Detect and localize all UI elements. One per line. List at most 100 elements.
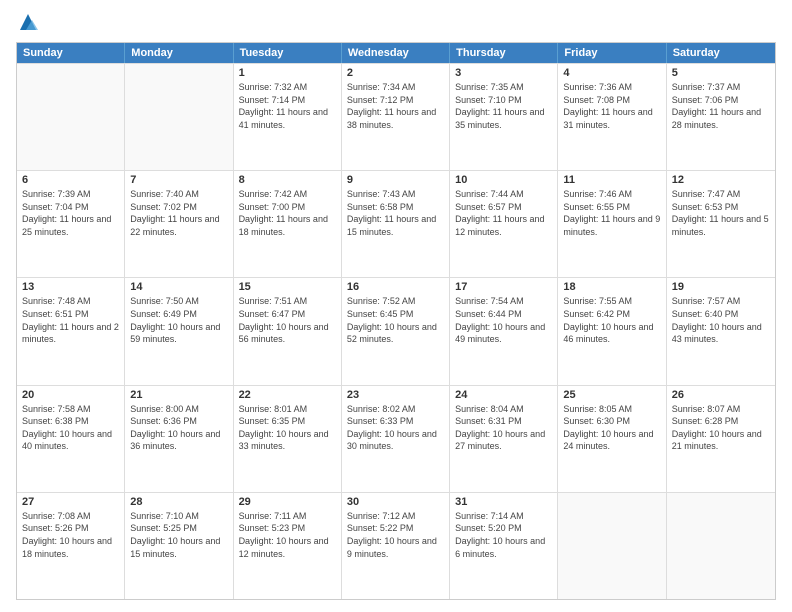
- cell-info: Sunrise: 7:54 AM Sunset: 6:44 PM Dayligh…: [455, 295, 552, 345]
- cell-info: Sunrise: 7:12 AM Sunset: 5:22 PM Dayligh…: [347, 510, 444, 560]
- day-number: 23: [347, 389, 444, 401]
- day-number: 21: [130, 389, 227, 401]
- cell-info: Sunrise: 7:39 AM Sunset: 7:04 PM Dayligh…: [22, 188, 119, 238]
- page: SundayMondayTuesdayWednesdayThursdayFrid…: [0, 0, 792, 612]
- calendar-cell: 1 Sunrise: 7:32 AM Sunset: 7:14 PM Daylig…: [234, 64, 342, 170]
- calendar-cell: 5Sunrise: 7:37 AM Sunset: 7:06 PM Daylig…: [667, 64, 775, 170]
- calendar-cell: 14Sunrise: 7:50 AM Sunset: 6:49 PM Dayli…: [125, 278, 233, 384]
- cell-info: Sunrise: 7:55 AM Sunset: 6:42 PM Dayligh…: [563, 295, 660, 345]
- cell-info: Sunrise: 7:14 AM Sunset: 5:20 PM Dayligh…: [455, 510, 552, 560]
- cell-info: Sunrise: 7:52 AM Sunset: 6:45 PM Dayligh…: [347, 295, 444, 345]
- day-number: 30: [347, 496, 444, 508]
- calendar-cell: [17, 64, 125, 170]
- header-day-wednesday: Wednesday: [342, 43, 450, 63]
- logo: [16, 12, 38, 32]
- day-number: 14: [130, 281, 227, 293]
- calendar-cell: 16 Sunrise: 7:52 AM Sunset: 6:45 PM Dayli…: [342, 278, 450, 384]
- calendar-week-5: 27 Sunrise: 7:08 AM Sunset: 5:26 PM Dayli…: [17, 492, 775, 599]
- calendar-cell: 25Sunrise: 8:05 AM Sunset: 6:30 PM Dayli…: [558, 386, 666, 492]
- logo-text: [16, 12, 38, 32]
- header: [16, 12, 776, 32]
- day-number: 29: [239, 496, 336, 508]
- calendar-cell: 17 Sunrise: 7:54 AM Sunset: 6:44 PM Dayli…: [450, 278, 558, 384]
- cell-info: Sunrise: 7:08 AM Sunset: 5:26 PM Dayligh…: [22, 510, 119, 560]
- day-number: 27: [22, 496, 119, 508]
- cell-info: Sunrise: 7:40 AM Sunset: 7:02 PM Dayligh…: [130, 188, 227, 238]
- day-number: 24: [455, 389, 552, 401]
- calendar-cell: 9 Sunrise: 7:43 AM Sunset: 6:58 PM Daylig…: [342, 171, 450, 277]
- calendar-cell: 12 Sunrise: 7:47 AM Sunset: 6:53 PM Dayli…: [667, 171, 775, 277]
- calendar-cell: 28 Sunrise: 7:10 AM Sunset: 5:25 PM Dayli…: [125, 493, 233, 599]
- calendar-cell: 11 Sunrise: 7:46 AM Sunset: 6:55 PM Dayli…: [558, 171, 666, 277]
- calendar-cell: 21 Sunrise: 8:00 AM Sunset: 6:36 PM Dayli…: [125, 386, 233, 492]
- calendar-cell: 24 Sunrise: 8:04 AM Sunset: 6:31 PM Dayli…: [450, 386, 558, 492]
- cell-info: Sunrise: 7:35 AM Sunset: 7:10 PM Dayligh…: [455, 81, 552, 131]
- calendar-cell: 27 Sunrise: 7:08 AM Sunset: 5:26 PM Dayli…: [17, 493, 125, 599]
- calendar-cell: [558, 493, 666, 599]
- calendar-cell: 22 Sunrise: 8:01 AM Sunset: 6:35 PM Dayli…: [234, 386, 342, 492]
- calendar-cell: 15Sunrise: 7:51 AM Sunset: 6:47 PM Dayli…: [234, 278, 342, 384]
- calendar-cell: 2Sunrise: 7:34 AM Sunset: 7:12 PM Daylig…: [342, 64, 450, 170]
- day-number: 31: [455, 496, 552, 508]
- calendar-cell: 3 Sunrise: 7:35 AM Sunset: 7:10 PM Daylig…: [450, 64, 558, 170]
- cell-info: Sunrise: 7:10 AM Sunset: 5:25 PM Dayligh…: [130, 510, 227, 560]
- day-number: 19: [672, 281, 770, 293]
- cell-info: Sunrise: 7:46 AM Sunset: 6:55 PM Dayligh…: [563, 188, 660, 238]
- cell-info: Sunrise: 7:44 AM Sunset: 6:57 PM Dayligh…: [455, 188, 552, 238]
- cell-info: Sunrise: 7:11 AM Sunset: 5:23 PM Dayligh…: [239, 510, 336, 560]
- day-number: 4: [563, 67, 660, 79]
- cell-info: Sunrise: 7:42 AM Sunset: 7:00 PM Dayligh…: [239, 188, 336, 238]
- day-number: 7: [130, 174, 227, 186]
- cell-info: Sunrise: 7:58 AM Sunset: 6:38 PM Dayligh…: [22, 403, 119, 453]
- cell-info: Sunrise: 7:32 AM Sunset: 7:14 PM Dayligh…: [239, 81, 336, 131]
- day-number: 12: [672, 174, 770, 186]
- cell-info: Sunrise: 8:02 AM Sunset: 6:33 PM Dayligh…: [347, 403, 444, 453]
- cell-info: Sunrise: 8:05 AM Sunset: 6:30 PM Dayligh…: [563, 403, 660, 453]
- cell-info: Sunrise: 8:01 AM Sunset: 6:35 PM Dayligh…: [239, 403, 336, 453]
- header-day-thursday: Thursday: [450, 43, 558, 63]
- day-number: 26: [672, 389, 770, 401]
- cell-info: Sunrise: 7:47 AM Sunset: 6:53 PM Dayligh…: [672, 188, 770, 238]
- cell-info: Sunrise: 8:04 AM Sunset: 6:31 PM Dayligh…: [455, 403, 552, 453]
- day-number: 13: [22, 281, 119, 293]
- cell-info: Sunrise: 7:43 AM Sunset: 6:58 PM Dayligh…: [347, 188, 444, 238]
- header-day-monday: Monday: [125, 43, 233, 63]
- day-number: 10: [455, 174, 552, 186]
- cell-info: Sunrise: 7:51 AM Sunset: 6:47 PM Dayligh…: [239, 295, 336, 345]
- calendar-header: SundayMondayTuesdayWednesdayThursdayFrid…: [17, 43, 775, 63]
- header-day-sunday: Sunday: [17, 43, 125, 63]
- calendar-cell: 6 Sunrise: 7:39 AM Sunset: 7:04 PM Daylig…: [17, 171, 125, 277]
- calendar-cell: 29 Sunrise: 7:11 AM Sunset: 5:23 PM Dayli…: [234, 493, 342, 599]
- header-day-tuesday: Tuesday: [234, 43, 342, 63]
- calendar-cell: 18Sunrise: 7:55 AM Sunset: 6:42 PM Dayli…: [558, 278, 666, 384]
- day-number: 1: [239, 67, 336, 79]
- header-day-saturday: Saturday: [667, 43, 775, 63]
- cell-info: Sunrise: 7:36 AM Sunset: 7:08 PM Dayligh…: [563, 81, 660, 131]
- day-number: 22: [239, 389, 336, 401]
- day-number: 17: [455, 281, 552, 293]
- cell-info: Sunrise: 8:00 AM Sunset: 6:36 PM Dayligh…: [130, 403, 227, 453]
- day-number: 16: [347, 281, 444, 293]
- day-number: 28: [130, 496, 227, 508]
- calendar-cell: 19Sunrise: 7:57 AM Sunset: 6:40 PM Dayli…: [667, 278, 775, 384]
- calendar-week-2: 6 Sunrise: 7:39 AM Sunset: 7:04 PM Daylig…: [17, 170, 775, 277]
- day-number: 11: [563, 174, 660, 186]
- day-number: 6: [22, 174, 119, 186]
- calendar-cell: 20 Sunrise: 7:58 AM Sunset: 6:38 PM Dayli…: [17, 386, 125, 492]
- day-number: 3: [455, 67, 552, 79]
- logo-icon: [18, 12, 38, 32]
- calendar-cell: 26Sunrise: 8:07 AM Sunset: 6:28 PM Dayli…: [667, 386, 775, 492]
- calendar-cell: [667, 493, 775, 599]
- calendar-cell: [125, 64, 233, 170]
- calendar-cell: 7 Sunrise: 7:40 AM Sunset: 7:02 PM Daylig…: [125, 171, 233, 277]
- day-number: 8: [239, 174, 336, 186]
- calendar-body: 1 Sunrise: 7:32 AM Sunset: 7:14 PM Daylig…: [17, 63, 775, 599]
- day-number: 5: [672, 67, 770, 79]
- day-number: 9: [347, 174, 444, 186]
- cell-info: Sunrise: 7:48 AM Sunset: 6:51 PM Dayligh…: [22, 295, 119, 345]
- day-number: 2: [347, 67, 444, 79]
- calendar-cell: 31 Sunrise: 7:14 AM Sunset: 5:20 PM Dayli…: [450, 493, 558, 599]
- calendar-week-4: 20 Sunrise: 7:58 AM Sunset: 6:38 PM Dayli…: [17, 385, 775, 492]
- day-number: 20: [22, 389, 119, 401]
- calendar-cell: 4 Sunrise: 7:36 AM Sunset: 7:08 PM Daylig…: [558, 64, 666, 170]
